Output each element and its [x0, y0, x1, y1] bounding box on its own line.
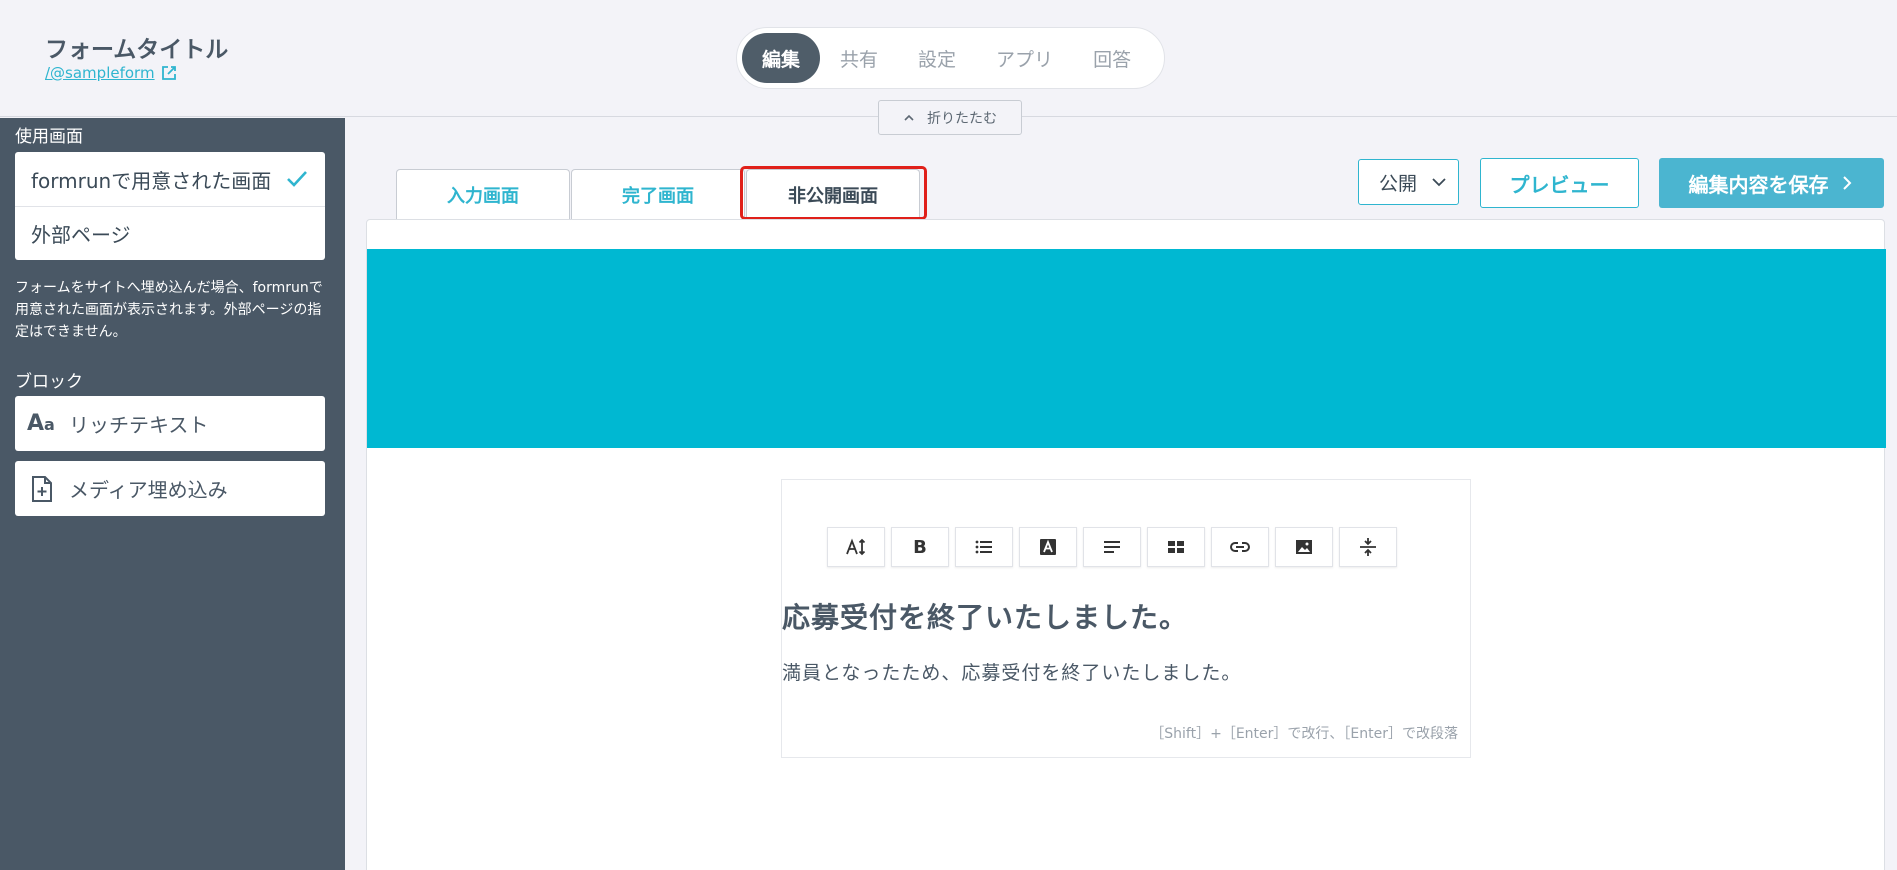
- divider-icon: [1360, 538, 1376, 556]
- image-icon: [1296, 540, 1312, 554]
- tab-share[interactable]: 共有: [820, 33, 898, 83]
- divider-button[interactable]: [1339, 527, 1397, 567]
- save-button[interactable]: 編集内容を保存: [1659, 158, 1884, 208]
- chevron-down-icon: [1432, 178, 1446, 187]
- screen-options: formrunで用意された画面 外部ページ: [15, 152, 325, 260]
- table-button[interactable]: [1147, 527, 1205, 567]
- block-label: メディア埋め込み: [69, 478, 228, 502]
- text-size-button[interactable]: [827, 527, 885, 567]
- editor-hint: ［Shift］+［Enter］で改行、［Enter］で改段落: [1150, 726, 1458, 742]
- align-icon: [1104, 541, 1120, 553]
- save-label: 編集内容を保存: [1688, 172, 1829, 197]
- tab-responses[interactable]: 回答: [1073, 33, 1151, 83]
- list-icon: [975, 540, 992, 554]
- text-color-button[interactable]: [1019, 527, 1077, 567]
- editor-body[interactable]: 満員となったため、応募受付を終了いたしました。: [782, 658, 1241, 685]
- aa-icon: Aa: [27, 411, 55, 436]
- tab-input-screen[interactable]: 入力画面: [396, 169, 570, 219]
- chevron-right-icon: [1842, 176, 1851, 190]
- block-heading: ブロック: [15, 372, 83, 392]
- screen-option-formrun[interactable]: formrunで用意された画面: [15, 152, 325, 206]
- link-button[interactable]: [1211, 527, 1269, 567]
- align-button[interactable]: [1083, 527, 1141, 567]
- file-plus-icon: [32, 475, 52, 502]
- text-size-icon: [846, 538, 866, 556]
- chevron-up-icon: [904, 114, 914, 121]
- screen-option-label: formrunで用意された画面: [31, 168, 272, 193]
- form-url-link[interactable]: /@sampleform: [45, 64, 177, 82]
- preview-button[interactable]: プレビュー: [1480, 158, 1639, 208]
- block-label: リッチテキスト: [69, 413, 209, 437]
- form-title: フォームタイトル: [45, 37, 229, 63]
- external-link-icon: [161, 66, 176, 80]
- block-rich-text[interactable]: Aa リッチテキスト: [15, 396, 325, 451]
- publish-status-select[interactable]: 公開: [1358, 159, 1459, 205]
- bold-icon: B: [913, 536, 927, 558]
- header-banner: [367, 249, 1886, 448]
- block-media-embed[interactable]: メディア埋め込み: [15, 461, 325, 516]
- list-button[interactable]: [955, 527, 1013, 567]
- sidebar-note: フォームをサイトへ埋め込んだ場合、formrunで用意された画面が表示されます。…: [15, 280, 323, 340]
- tab-complete-screen[interactable]: 完了画面: [571, 169, 745, 219]
- editor-toolbar: B: [827, 527, 1397, 567]
- tab-edit[interactable]: 編集: [742, 33, 821, 83]
- screen-option-external[interactable]: 外部ページ: [15, 206, 325, 260]
- publish-status-value: 公開: [1379, 172, 1418, 195]
- rich-text-editor[interactable]: B 応募受付を終了いたしました。 満員となったため、応募受付を終了いたしました。…: [781, 479, 1471, 758]
- collapse-button[interactable]: 折りたたむ: [878, 100, 1022, 135]
- check-icon: [287, 171, 307, 187]
- tab-private-screen[interactable]: 非公開画面: [746, 169, 920, 219]
- editor-heading[interactable]: 応募受付を終了いたしました。: [782, 596, 1188, 636]
- image-button[interactable]: [1275, 527, 1333, 567]
- tab-apps[interactable]: アプリ: [976, 33, 1073, 83]
- collapse-label: 折りたたむ: [927, 110, 997, 127]
- screen-option-label: 外部ページ: [31, 223, 131, 247]
- screen-canvas: B 応募受付を終了いたしました。 満員となったため、応募受付を終了いたしました。…: [366, 219, 1886, 870]
- screen-heading: 使用画面: [15, 127, 83, 147]
- form-url-text[interactable]: /@sampleform: [45, 64, 155, 82]
- link-icon: [1230, 542, 1250, 552]
- text-color-icon: [1040, 539, 1056, 555]
- table-icon: [1168, 541, 1184, 553]
- bold-button[interactable]: B: [891, 527, 949, 567]
- main-tab-bar: 編集 共有 設定 アプリ 回答: [736, 27, 1165, 89]
- tab-settings[interactable]: 設定: [898, 33, 976, 83]
